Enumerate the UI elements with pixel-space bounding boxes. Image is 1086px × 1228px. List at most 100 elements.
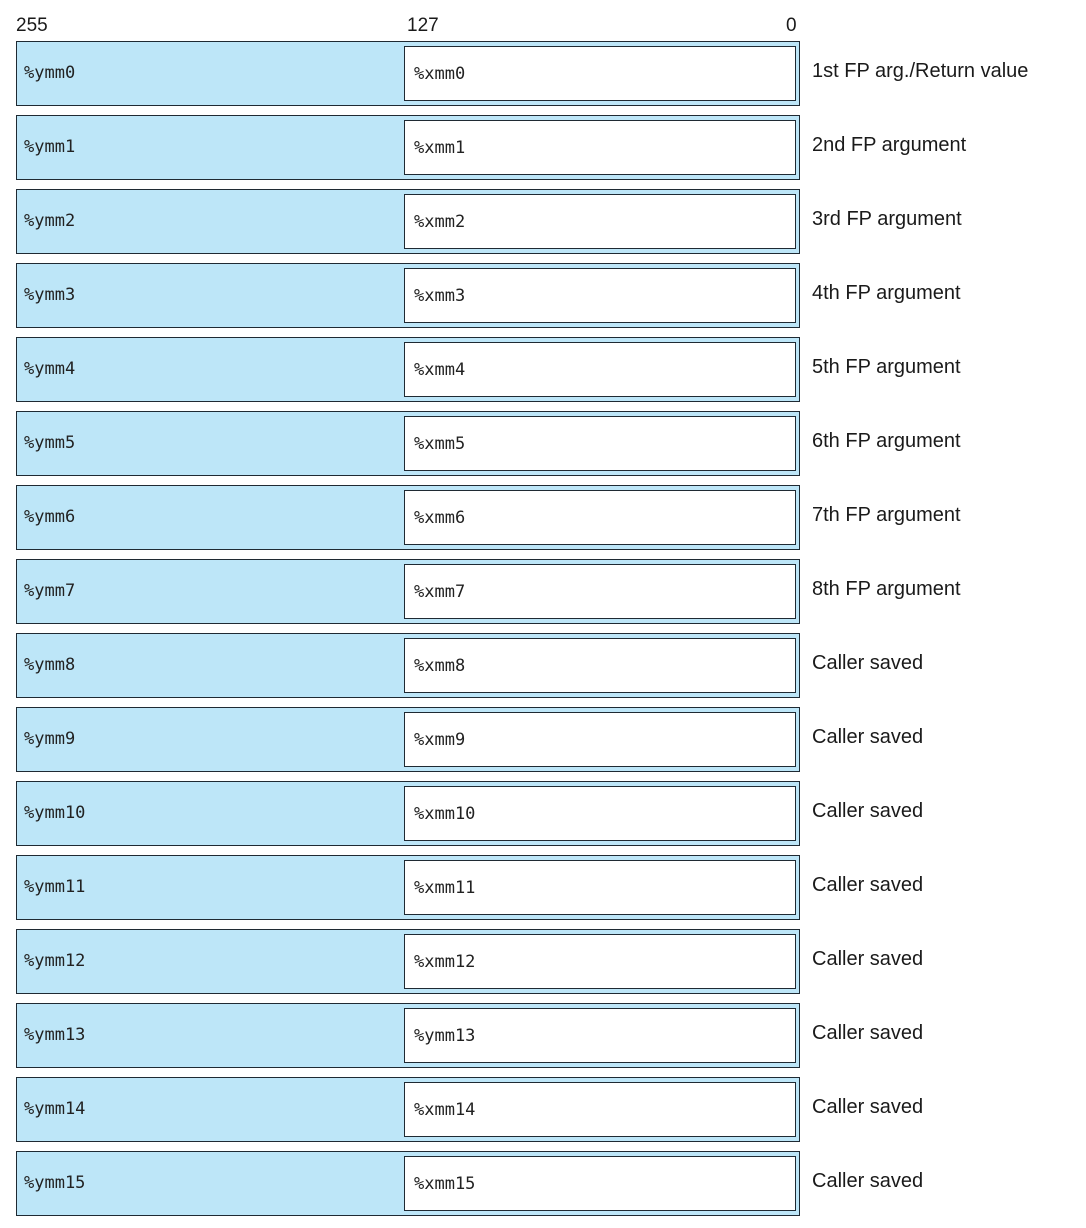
ymm-register-box: %ymm3 %xmm3 (16, 263, 800, 328)
ymm-register-box: %ymm7 %xmm7 (16, 559, 800, 624)
xmm-register-name: %xmm9 (414, 730, 466, 750)
ymm-register-name: %ymm2 (24, 211, 76, 231)
register-usage-label: 5th FP argument (812, 356, 961, 378)
ymm-register-box: %ymm6 %xmm6 (16, 485, 800, 550)
register-usage-label: Caller saved (812, 726, 924, 748)
ymm-register-box: %ymm10 %xmm10 (16, 781, 800, 846)
ymm-register-name: %ymm15 (24, 1173, 86, 1193)
xmm-register-name: %xmm3 (414, 286, 466, 306)
register-row: %ymm6 %xmm6 7th FP argument (16, 485, 1076, 550)
ymm-register-box: %ymm1 %xmm1 (16, 115, 800, 180)
ymm-register-name: %ymm11 (24, 877, 86, 897)
register-usage-label: 1st FP arg./Return value (812, 60, 1029, 82)
register-usage-label: Caller saved (812, 1170, 924, 1192)
bit-index-255-label: 255 (16, 15, 48, 36)
register-row: %ymm15 %xmm15 Caller saved (16, 1151, 1076, 1216)
xmm-register-name: %xmm5 (414, 434, 466, 454)
xmm-register-name: %xmm12 (414, 952, 476, 972)
register-row: %ymm10 %xmm10 Caller saved (16, 781, 1076, 846)
register-row: %ymm0 %xmm0 1st FP arg./Return value (16, 41, 1076, 106)
xmm-register-name: %xmm10 (414, 804, 476, 824)
xmm-register-name: %xmm7 (414, 582, 466, 602)
xmm-register-box: %xmm4 (404, 342, 796, 397)
ymm-register-name: %ymm4 (24, 359, 76, 379)
ymm-register-box: %ymm12 %xmm12 (16, 929, 800, 994)
ymm-register-name: %ymm12 (24, 951, 86, 971)
register-row: %ymm5 %xmm5 6th FP argument (16, 411, 1076, 476)
register-row: %ymm4 %xmm4 5th FP argument (16, 337, 1076, 402)
ymm-register-name: %ymm7 (24, 581, 76, 601)
register-usage-label: Caller saved (812, 1022, 924, 1044)
ymm-register-box: %ymm14 %xmm14 (16, 1077, 800, 1142)
ymm-register-box: %ymm5 %xmm5 (16, 411, 800, 476)
xmm-register-name: %xmm8 (414, 656, 466, 676)
xmm-register-box: %ymm13 (404, 1008, 796, 1063)
register-usage-label: 6th FP argument (812, 430, 961, 452)
ymm-register-name: %ymm1 (24, 137, 76, 157)
xmm-register-name: %xmm15 (414, 1174, 476, 1194)
ymm-register-box: %ymm8 %xmm8 (16, 633, 800, 698)
ymm-register-name: %ymm8 (24, 655, 76, 675)
register-row: %ymm7 %xmm7 8th FP argument (16, 559, 1076, 624)
register-usage-label: 8th FP argument (812, 578, 961, 600)
bit-index-0-label: 0 (786, 15, 797, 36)
ymm-register-name: %ymm0 (24, 63, 76, 83)
xmm-register-box: %xmm7 (404, 564, 796, 619)
ymm-register-box: %ymm11 %xmm11 (16, 855, 800, 920)
register-list: %ymm0 %xmm0 1st FP arg./Return value %ymm1%… (16, 41, 1076, 1225)
register-usage-label: 3rd FP argument (812, 208, 962, 230)
xmm-register-box: %xmm1 (404, 120, 796, 175)
register-row: %ymm8 %xmm8 Caller saved (16, 633, 1076, 698)
register-usage-label: 2nd FP argument (812, 134, 967, 156)
register-usage-label: Caller saved (812, 874, 924, 896)
bit-index-127-label: 127 (407, 15, 439, 36)
xmm-register-name: %xmm2 (414, 212, 466, 232)
ymm-register-box: %ymm2 %xmm2 (16, 189, 800, 254)
register-usage-label: Caller saved (812, 1096, 924, 1118)
register-row: %ymm13 %ymm13 Caller saved (16, 1003, 1076, 1068)
register-usage-label: 7th FP argument (812, 504, 961, 526)
xmm-register-box: %xmm0 (404, 46, 796, 101)
register-usage-label: Caller saved (812, 800, 924, 822)
register-row: %ymm12 %xmm12 Caller saved (16, 929, 1076, 994)
xmm-register-name: %xmm4 (414, 360, 466, 380)
ymm-register-box: %ymm9 %xmm9 (16, 707, 800, 772)
xmm-register-box: %xmm12 (404, 934, 796, 989)
xmm-register-box: %xmm8 (404, 638, 796, 693)
xmm-register-name: %xmm14 (414, 1100, 476, 1120)
ymm-register-name: %ymm5 (24, 433, 76, 453)
ymm-register-name: %ymm14 (24, 1099, 86, 1119)
ymm-register-name: %ymm3 (24, 285, 76, 305)
ymm-register-box: %ymm13 %ymm13 (16, 1003, 800, 1068)
register-usage-label: Caller saved (812, 948, 924, 970)
register-usage-label: Caller saved (812, 652, 924, 674)
register-usage-label: 4th FP argument (812, 282, 961, 304)
xmm-register-box: %xmm5 (404, 416, 796, 471)
register-row: %ymm2 %xmm2 3rd FP argument (16, 189, 1076, 254)
register-row: %ymm11 %xmm11 Caller saved (16, 855, 1076, 920)
xmm-register-box: %xmm3 (404, 268, 796, 323)
xmm-register-box: %xmm6 (404, 490, 796, 545)
register-row: %ymm14 %xmm14 Caller saved (16, 1077, 1076, 1142)
xmm-register-box: %xmm2 (404, 194, 796, 249)
ymm-register-name: %ymm10 (24, 803, 86, 823)
xmm-register-box: %xmm10 (404, 786, 796, 841)
register-row: %ymm3 %xmm3 4th FP argument (16, 263, 1076, 328)
ymm-register-box: %ymm4 %xmm4 (16, 337, 800, 402)
ymm-register-name: %ymm9 (24, 729, 76, 749)
ymm-register-box: %ymm15 %xmm15 (16, 1151, 800, 1216)
ymm-register-box: %ymm0 %xmm0 (16, 41, 800, 106)
xmm-register-name: %xmm0 (414, 64, 466, 84)
xmm-register-box: %xmm15 (404, 1156, 796, 1211)
ymm-register-name: %ymm6 (24, 507, 76, 527)
xmm-register-name: %xmm11 (414, 878, 476, 898)
xmm-register-box: %xmm9 (404, 712, 796, 767)
xmm-register-name: %xmm6 (414, 508, 466, 528)
xmm-register-box: %xmm14 (404, 1082, 796, 1137)
ymm-register-name: %ymm13 (24, 1025, 86, 1045)
xmm-register-name: %ymm13 (414, 1026, 476, 1046)
register-row: %ymm9 %xmm9 Caller saved (16, 707, 1076, 772)
xmm-register-box: %xmm11 (404, 860, 796, 915)
xmm-register-name: %xmm1 (414, 138, 466, 158)
register-row: %ymm1 %xmm1 2nd FP argument (16, 115, 1076, 180)
